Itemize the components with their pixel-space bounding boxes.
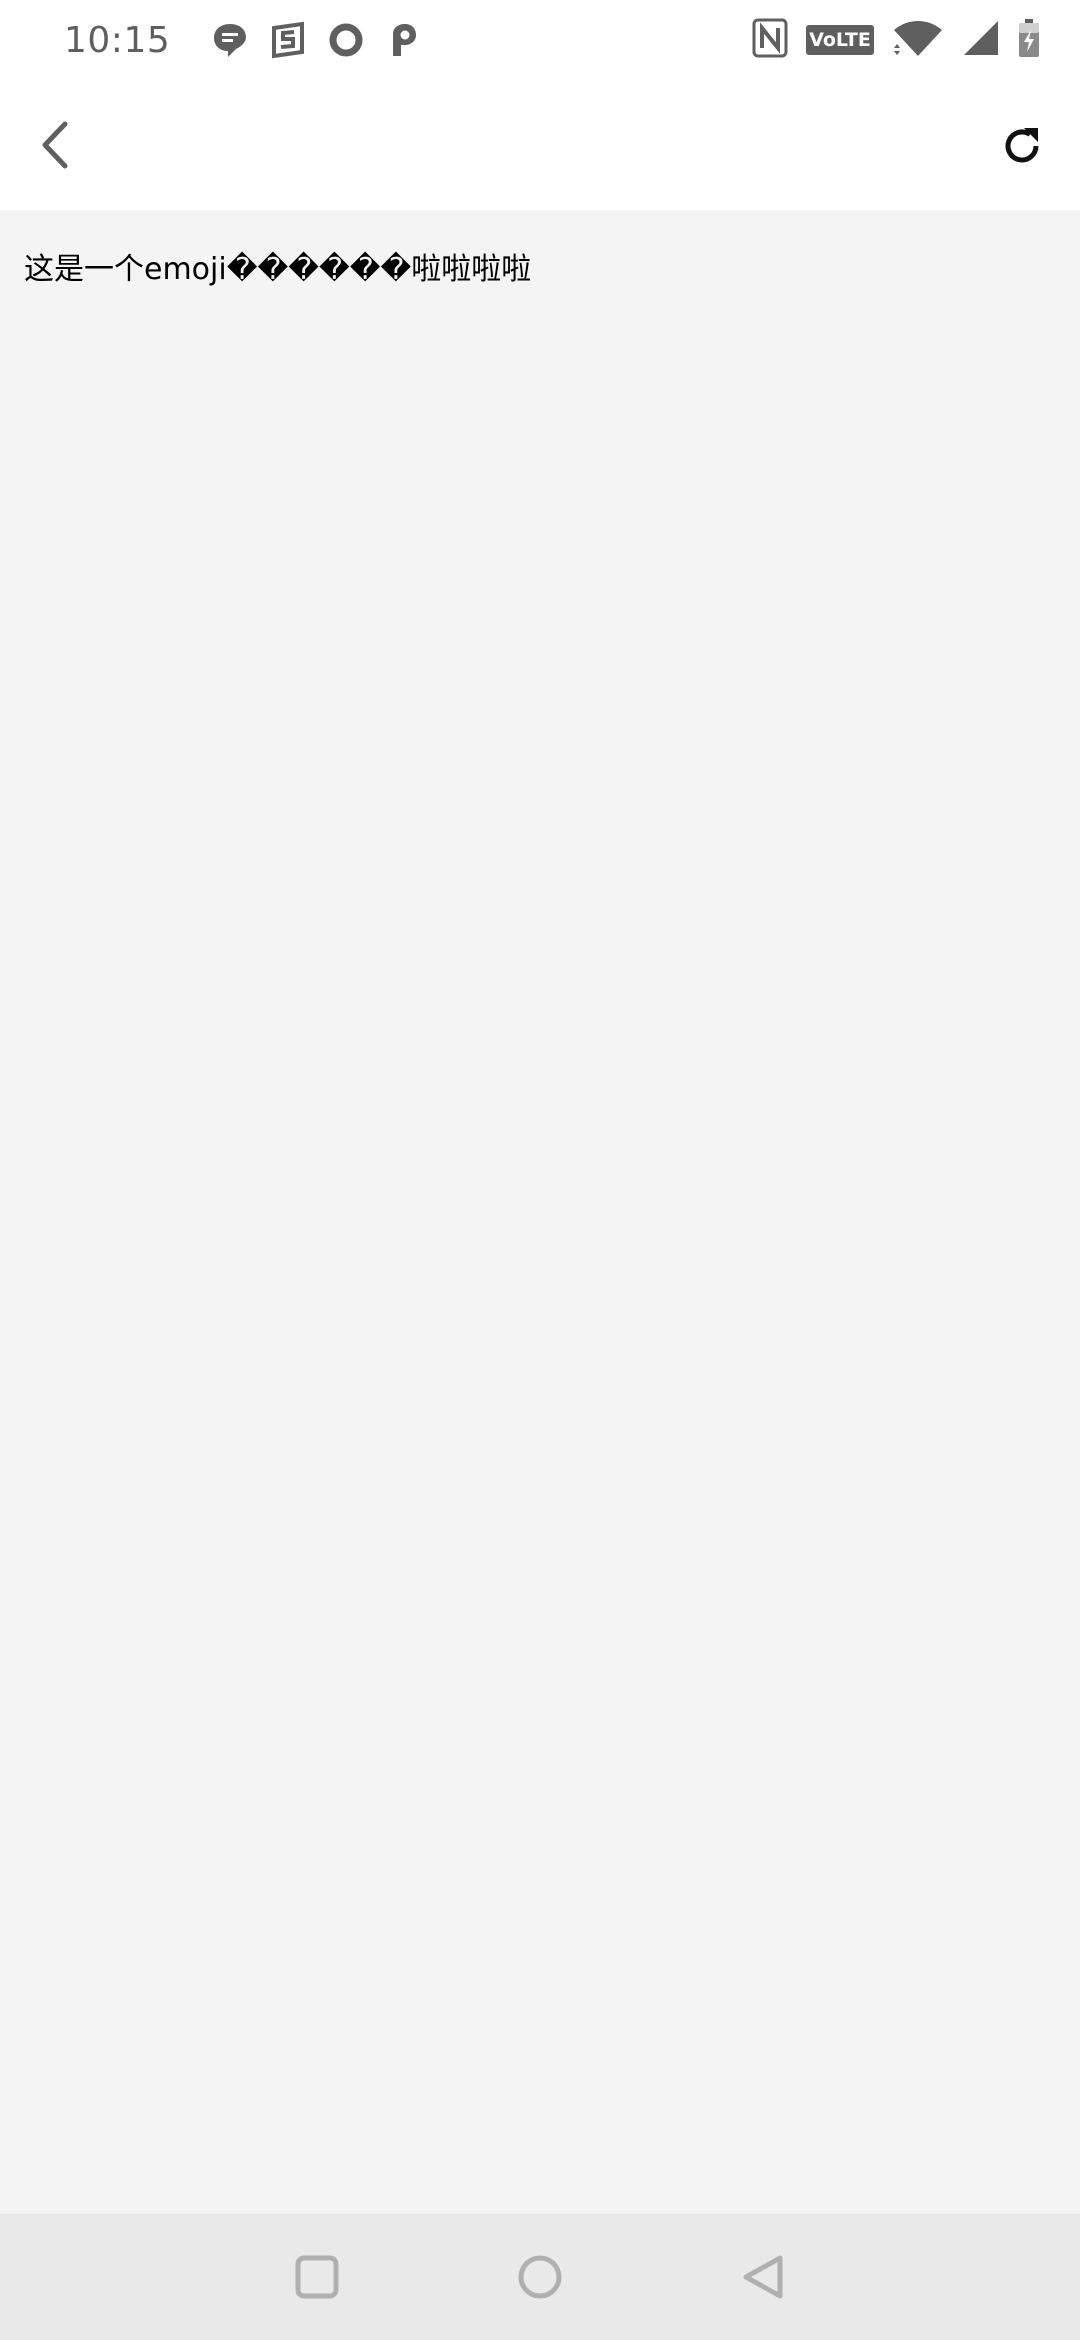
volte-label: VoLTE: [809, 29, 871, 51]
back-button[interactable]: [26, 112, 82, 178]
wifi-icon: [892, 18, 944, 62]
recents-button[interactable]: [284, 2244, 350, 2310]
nfc-icon: [752, 18, 788, 62]
content-area: 这是一个emoji������啦啦啦啦: [0, 210, 1080, 2214]
app-bar: [0, 80, 1080, 210]
navigation-bar: [0, 2214, 1080, 2340]
screen: 10:15 VoLTE 这是一个emoji������啦啦啦啦: [0, 0, 1080, 2340]
p-app-icon: [384, 20, 424, 60]
signal-icon: [962, 19, 1000, 61]
circle-app-icon: [326, 20, 366, 60]
chevron-left-icon: [42, 121, 68, 169]
recents-square-icon: [295, 2255, 339, 2299]
back-triangle-icon: [743, 2255, 783, 2299]
home-button[interactable]: [507, 2244, 573, 2310]
battery-charging-icon: [1018, 18, 1040, 62]
back-nav-button[interactable]: [730, 2244, 796, 2310]
refresh-icon: [1005, 128, 1039, 163]
status-bar: 10:15 VoLTE: [0, 0, 1080, 80]
status-right-icons: VoLTE: [752, 18, 1040, 62]
volte-icon: VoLTE: [806, 25, 874, 55]
refresh-button[interactable]: [992, 116, 1052, 176]
home-circle-icon: [518, 2255, 562, 2299]
s-app-icon: [268, 20, 308, 60]
status-time: 10:15: [64, 19, 171, 61]
message-text: 这是一个emoji������啦啦啦啦: [24, 252, 532, 287]
chat-bubble-icon: [210, 20, 250, 60]
